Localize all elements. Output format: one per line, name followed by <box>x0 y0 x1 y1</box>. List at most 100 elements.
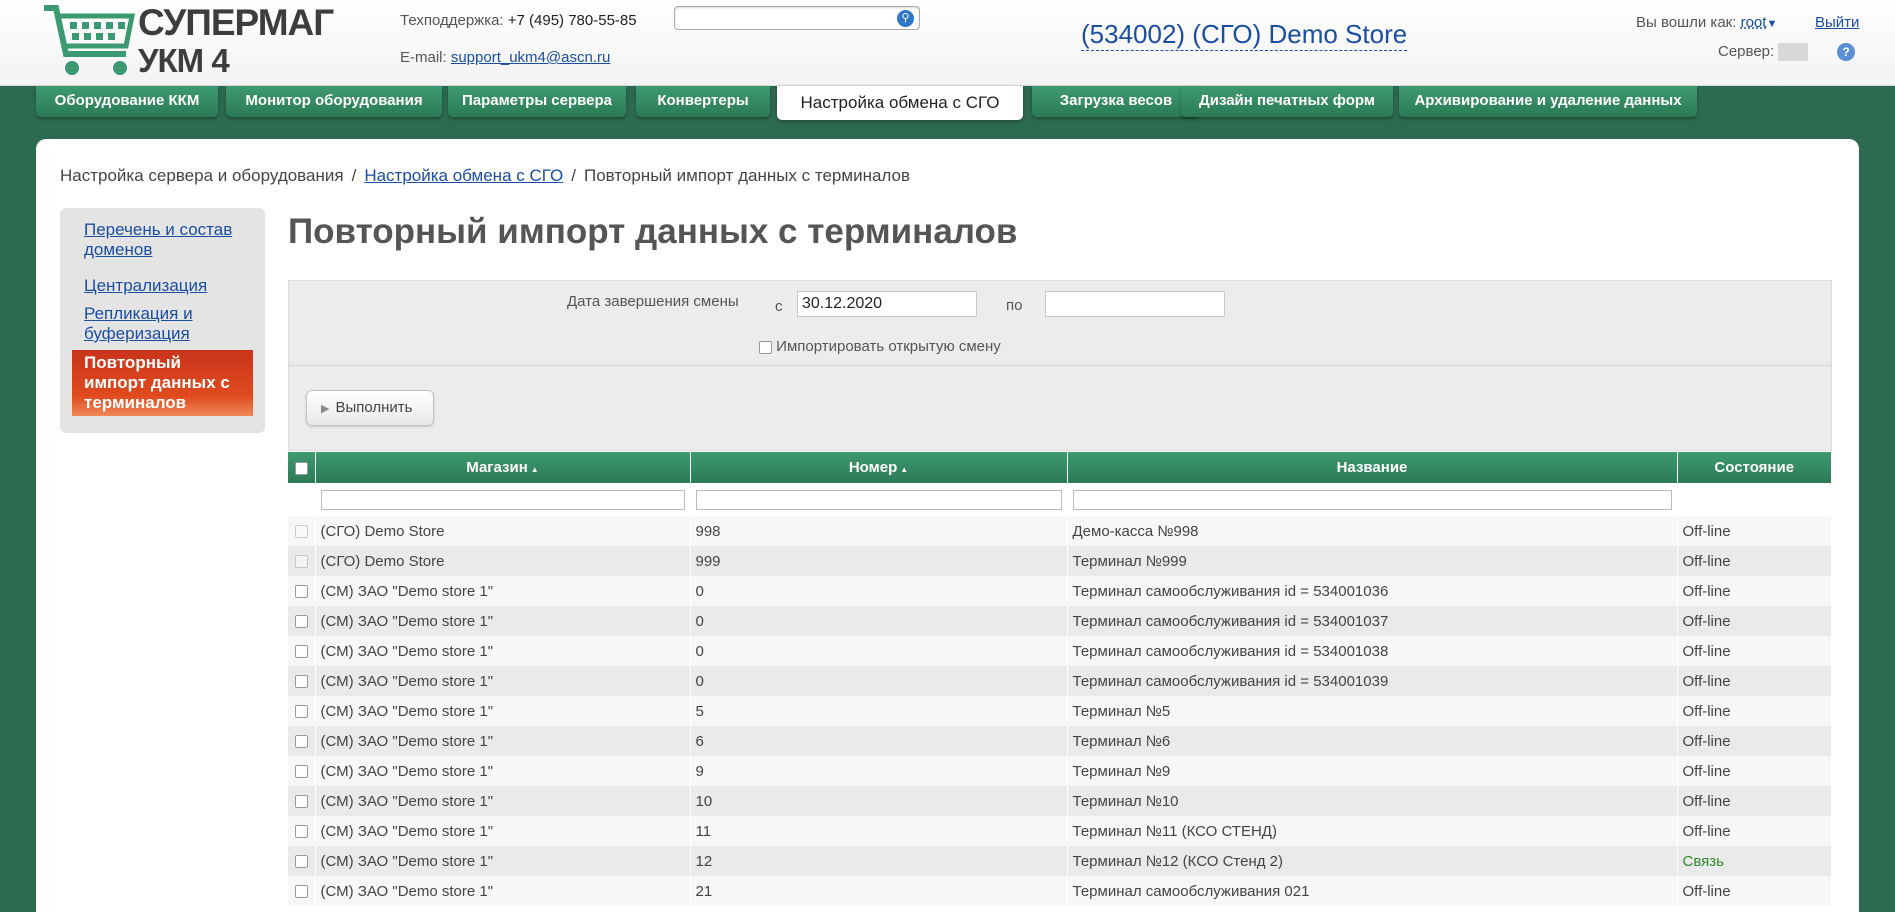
row-checkbox[interactable] <box>294 675 308 689</box>
shop-cell: (СМ) ЗАО "Demo store 1" <box>315 576 691 606</box>
run-button-label: Выполнить <box>335 399 413 416</box>
select-all-checkbox[interactable] <box>294 461 308 475</box>
row-checkbox[interactable] <box>294 795 308 809</box>
number-cell: 5 <box>690 696 1068 726</box>
tab-print-design[interactable]: Дизайн печатных форм <box>1181 86 1393 117</box>
tab-scales[interactable]: Загрузка весов <box>1032 86 1200 117</box>
shop-cell: (СМ) ЗАО "Demo store 1" <box>315 876 691 906</box>
filter-cell <box>315 483 691 516</box>
server-info: Сервер: <box>1718 43 1809 62</box>
run-button[interactable]: ▶ Выполнить <box>306 390 434 426</box>
name-cell: Терминал №5 <box>1067 696 1678 726</box>
search-input[interactable] <box>681 8 891 28</box>
support-email-link[interactable]: support_ukm4@ascn.ru <box>451 49 610 66</box>
table-row[interactable]: (СМ) ЗАО "Demo store 1" 0 Терминал самообс… <box>288 576 1832 606</box>
table-row[interactable]: (СМ) ЗАО "Demo store 1" 21 Терминал самооб… <box>288 876 1832 906</box>
table-row[interactable]: (СМ) ЗАО "Demo store 1" 0 Терминал самообс… <box>288 606 1832 636</box>
row-select-cell <box>288 546 316 576</box>
help-icon[interactable]: ? <box>1837 43 1855 61</box>
open-shift-option: Импортировать открытую смену <box>759 338 1001 355</box>
col-status[interactable]: Состояние <box>1677 452 1832 483</box>
open-shift-checkbox[interactable] <box>759 340 772 354</box>
row-checkbox[interactable] <box>294 825 308 839</box>
row-checkbox[interactable] <box>294 765 308 779</box>
breadcrumb-section-link[interactable]: Настройка обмена с СГО <box>364 166 563 185</box>
tab-server-params[interactable]: Параметры сервера <box>448 86 626 117</box>
col-name[interactable]: Название <box>1067 452 1678 483</box>
date-to-input[interactable] <box>1045 291 1225 317</box>
table-row[interactable]: (СМ) ЗАО "Demo store 1" 12 Терминал №12 (К… <box>288 846 1832 876</box>
status-cell: Off-line <box>1677 516 1832 546</box>
row-checkbox[interactable] <box>294 615 308 629</box>
filter-panel: Дата завершения смены с по Импортировать… <box>288 280 1832 451</box>
name-cell: Терминал самообслуживания id = 534001037 <box>1067 606 1678 636</box>
server-label: Сервер: <box>1718 43 1775 60</box>
number-cell: 9 <box>690 756 1068 786</box>
tab-kkm[interactable]: Оборудование ККМ <box>36 86 218 117</box>
col-shop[interactable]: Магазин ▲ <box>315 452 691 483</box>
table-row[interactable]: (СГО) Demo Store 998 Демо-касса №998 Off-li… <box>288 516 1832 546</box>
logout-link[interactable]: Выйти <box>1815 14 1859 31</box>
row-checkbox[interactable] <box>294 555 308 569</box>
name-cell: Терминал самообслуживания 021 <box>1067 876 1678 906</box>
tab-sgo-exchange[interactable]: Настройка обмена с СГО <box>777 86 1023 120</box>
table-row[interactable]: (СМ) ЗАО "Demo store 1" 10 Терминал №10 Off… <box>288 786 1832 816</box>
table-row[interactable]: (СМ) ЗАО "Demo store 1" 6 Терминал №6 Off-l… <box>288 726 1832 756</box>
shop-cell: (СМ) ЗАО "Demo store 1" <box>315 606 691 636</box>
row-checkbox[interactable] <box>294 855 308 869</box>
row-checkbox[interactable] <box>294 885 308 899</box>
row-checkbox[interactable] <box>294 585 308 599</box>
status-cell: Off-line <box>1677 786 1832 816</box>
tab-archive[interactable]: Архивирование и удаление данных <box>1399 86 1697 117</box>
sidebar-item-centralization[interactable]: Централизация <box>84 276 253 296</box>
filter-cell <box>690 483 1068 516</box>
number-cell: 999 <box>690 546 1068 576</box>
open-shift-label: Импортировать открытую смену <box>776 338 1001 355</box>
row-checkbox[interactable] <box>294 645 308 659</box>
user-menu[interactable]: root <box>1741 14 1767 31</box>
shop-cell: (СМ) ЗАО "Demo store 1" <box>315 816 691 846</box>
row-select-cell <box>288 576 316 606</box>
number-cell: 6 <box>690 726 1068 756</box>
logo-text: СУПЕРМАГ <box>138 2 334 43</box>
main-panel: Настройка сервера и оборудования / Настрой… <box>36 139 1859 912</box>
tab-monitor[interactable]: Монитор оборудования <box>226 86 442 117</box>
table-row[interactable]: (СМ) ЗАО "Demo store 1" 0 Терминал самообс… <box>288 636 1832 666</box>
chevron-down-icon[interactable]: ▼ <box>1766 18 1777 30</box>
row-select-cell <box>288 846 316 876</box>
tab-converters[interactable]: Конвертеры <box>636 86 770 117</box>
name-filter-input[interactable] <box>1072 489 1672 510</box>
shop-filter-input[interactable] <box>320 489 685 510</box>
name-cell: Терминал №999 <box>1067 546 1678 576</box>
table-row[interactable]: (СМ) ЗАО "Demo store 1" 9 Терминал №9 Off-l… <box>288 756 1832 786</box>
app-header: СУПЕРМАГ УКМ 4 Техподдержка: +7 (495) 78… <box>0 0 1895 86</box>
search-box: ⚲ <box>674 6 920 30</box>
store-title[interactable]: (534002) (СГО) Demo Store <box>1081 18 1408 51</box>
sidebar-item-domains[interactable]: Перечень и состав доменов <box>84 220 253 260</box>
table-row[interactable]: (СГО) Demo Store 999 Терминал №999 Off-line <box>288 546 1832 576</box>
col-name-label: Название <box>1336 459 1408 476</box>
cart-icon <box>44 4 136 75</box>
sidebar-item-replication[interactable]: Репликация и буферизация <box>84 304 253 344</box>
number-cell: 21 <box>690 876 1068 906</box>
number-cell: 12 <box>690 846 1068 876</box>
name-cell: Терминал №6 <box>1067 726 1678 756</box>
table-row[interactable]: (СМ) ЗАО "Demo store 1" 5 Терминал №5 Off-l… <box>288 696 1832 726</box>
search-icon[interactable]: ⚲ <box>897 10 914 27</box>
col-number[interactable]: Номер ▲ <box>690 452 1068 483</box>
row-select-cell <box>288 606 316 636</box>
breadcrumb-root: Настройка сервера и оборудования <box>60 166 344 185</box>
table-row[interactable]: (СМ) ЗАО "Demo store 1" 0 Терминал самообс… <box>288 666 1832 696</box>
date-from-input[interactable] <box>797 291 977 317</box>
table-row[interactable]: (СМ) ЗАО "Demo store 1" 11 Терминал №11 (К… <box>288 816 1832 846</box>
shop-cell: (СМ) ЗАО "Demo store 1" <box>315 636 691 666</box>
number-filter-input[interactable] <box>695 489 1062 510</box>
row-checkbox[interactable] <box>294 735 308 749</box>
row-checkbox[interactable] <box>294 525 308 539</box>
row-checkbox[interactable] <box>294 705 308 719</box>
number-cell: 0 <box>690 576 1068 606</box>
sidebar-item-reimport[interactable]: Повторный импорт данных с терминалов <box>72 350 253 416</box>
logo[interactable]: СУПЕРМАГ УКМ 4 <box>42 2 334 79</box>
name-cell: Терминал №12 (КСО Стенд 2) <box>1067 846 1678 876</box>
date-to-label: по <box>1006 297 1023 314</box>
